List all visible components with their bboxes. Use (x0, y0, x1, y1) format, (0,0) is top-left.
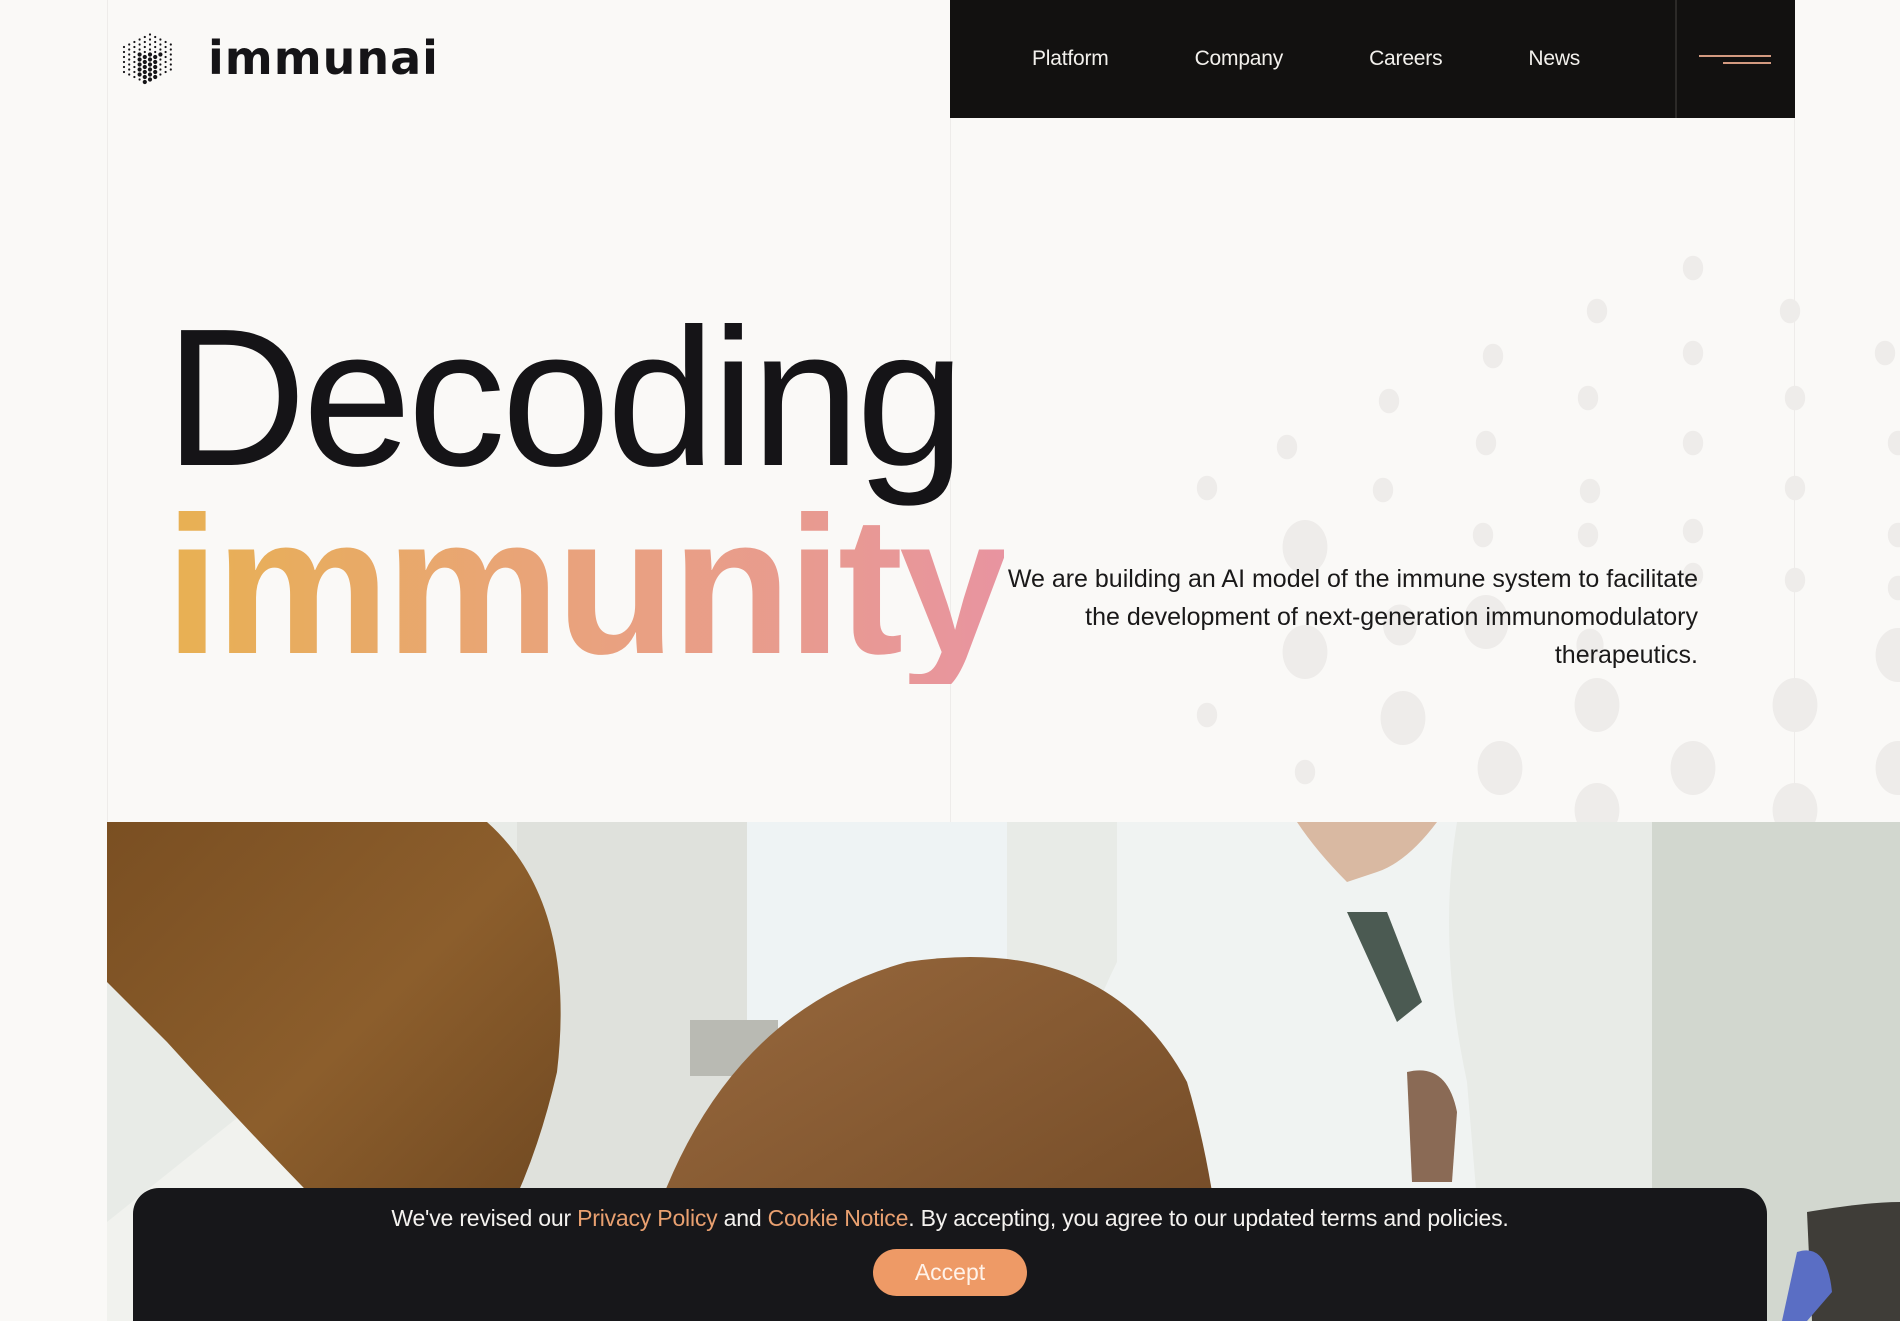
background-dot (1682, 255, 1704, 281)
cookie-text-part: We've revised our (391, 1205, 578, 1231)
background-dot (1482, 343, 1504, 369)
background-dot (1682, 430, 1704, 456)
cookie-text-part: and (717, 1205, 768, 1231)
background-dot (1276, 434, 1298, 460)
cookie-notice-link[interactable]: Cookie Notice (768, 1205, 909, 1231)
hamburger-menu-icon-bar (1723, 62, 1771, 64)
cookie-banner: We've revised our Privacy Policy and Coo… (133, 1188, 1767, 1321)
logo-home-link[interactable]: immunai (120, 28, 439, 88)
background-dot (1378, 388, 1400, 414)
background-dot (1472, 522, 1494, 548)
background-dot (1887, 430, 1900, 456)
brand-name: immunai (208, 31, 439, 85)
cookie-message: We've revised our Privacy Policy and Coo… (391, 1205, 1508, 1232)
nav-item-company[interactable]: Company (1195, 47, 1284, 71)
background-dot (1477, 740, 1523, 796)
headline-line-decoding: Decoding (165, 288, 965, 507)
nav-item-platform[interactable]: Platform (1032, 47, 1109, 71)
privacy-policy-link[interactable]: Privacy Policy (577, 1205, 718, 1231)
background-dot (1887, 575, 1900, 601)
background-dot (1372, 477, 1394, 503)
layout-guide-line (1794, 118, 1795, 822)
background-dot (1875, 740, 1900, 796)
nav-item-news[interactable]: News (1528, 47, 1580, 71)
background-dot (1380, 690, 1426, 746)
background-dot (1784, 475, 1806, 501)
dotted-cube-icon (122, 33, 172, 85)
background-dot (1196, 475, 1218, 501)
hero-headline: Decoding immunity (165, 288, 1008, 695)
background-dot (1874, 340, 1896, 366)
background-dot (1294, 759, 1316, 785)
hamburger-menu-icon (1699, 55, 1771, 57)
background-dot (1574, 677, 1620, 733)
background-dot (1574, 782, 1620, 822)
accept-button[interactable]: Accept (873, 1249, 1027, 1296)
background-dot (1577, 522, 1599, 548)
background-dot (1875, 627, 1900, 683)
layout-guide-line (107, 0, 108, 822)
background-dot (1784, 567, 1806, 593)
nav-item-careers[interactable]: Careers (1369, 47, 1442, 71)
menu-button[interactable] (1675, 0, 1795, 118)
cookie-text-part: . By accepting, you agree to our updated… (908, 1205, 1509, 1231)
background-dot (1772, 782, 1818, 822)
background-dot (1670, 740, 1716, 796)
background-dot (1779, 298, 1801, 324)
background-dot (1772, 677, 1818, 733)
background-dot (1475, 430, 1497, 456)
background-dot (1579, 478, 1601, 504)
background-dot (1887, 522, 1900, 548)
background-dot (1682, 518, 1704, 544)
background-dot (1784, 385, 1806, 411)
background-dot (1682, 340, 1704, 366)
main-nav: Platform Company Careers News (950, 0, 1795, 118)
hero-tagline: We are building an AI model of the immun… (1007, 565, 1698, 669)
headline-line-immunity: immunity (165, 476, 1008, 695)
background-dot (1196, 702, 1218, 728)
background-dot (1586, 298, 1608, 324)
background-dot (1577, 385, 1599, 411)
